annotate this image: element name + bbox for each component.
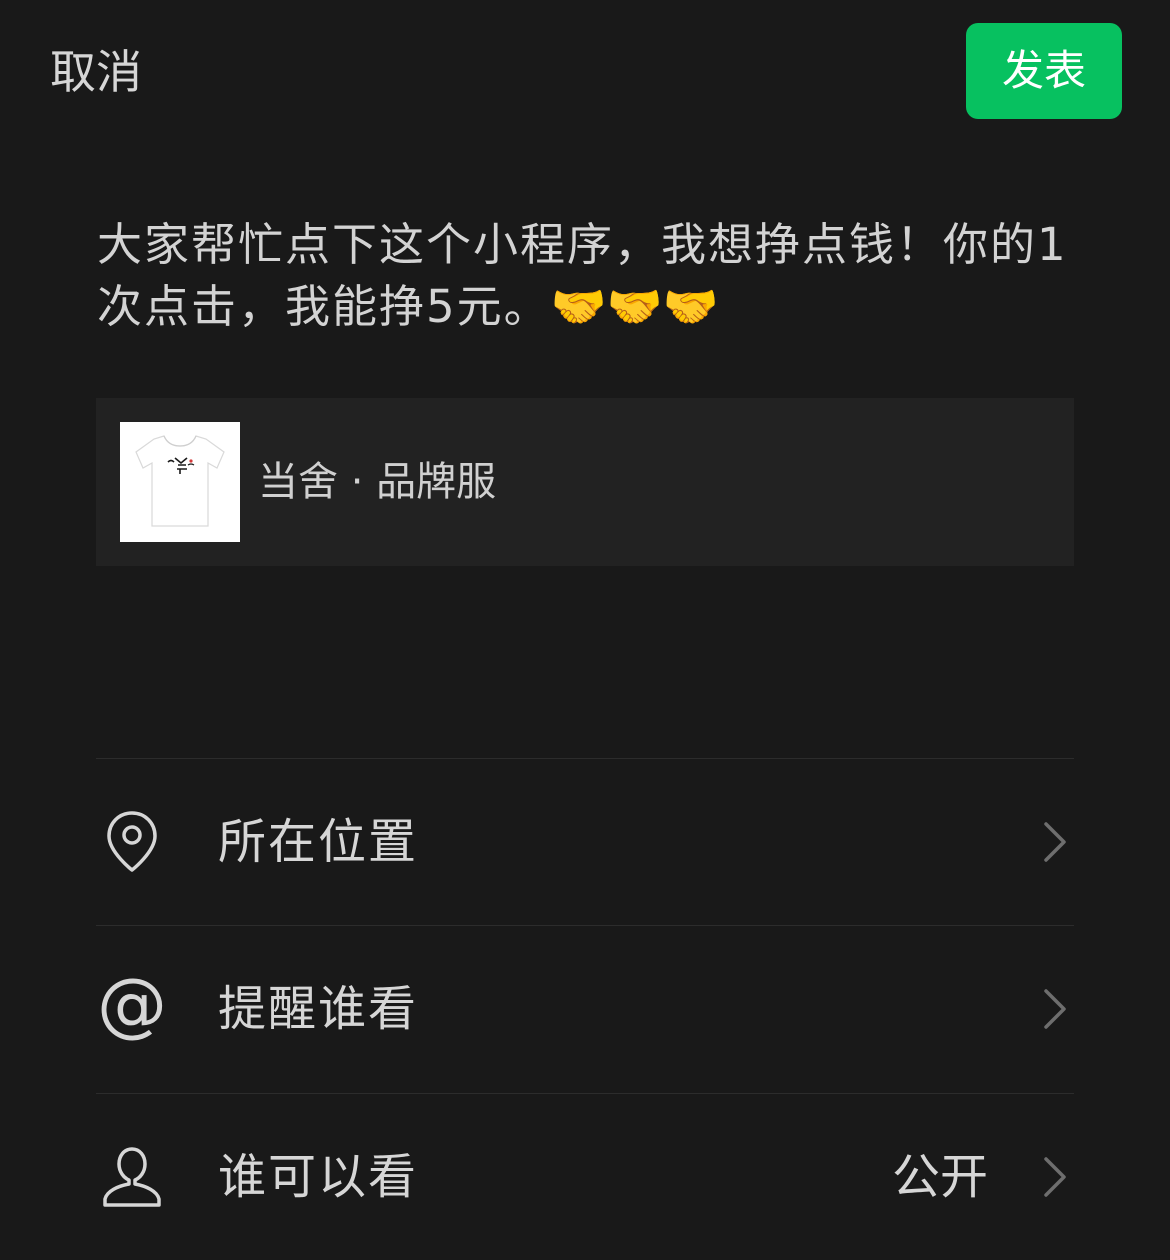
link-title: 当舍 · 品牌服: [258, 459, 497, 505]
handshake-emoji: 🤝: [662, 280, 719, 333]
remind-who-label: 提醒谁看: [218, 981, 419, 1037]
publish-button[interactable]: 发表: [966, 23, 1122, 119]
at-sign-icon: @: [97, 973, 167, 1045]
tshirt-icon: [120, 422, 240, 542]
chevron-right-icon: [1044, 822, 1066, 862]
svg-text:@: @: [97, 973, 167, 1045]
post-text[interactable]: 大家帮忙点下这个小程序，我想挣点钱！你的1次点击，我能挣5元。🤝🤝🤝: [97, 214, 1077, 338]
link-thumbnail: [120, 422, 240, 542]
remind-who-row[interactable]: @ 提醒谁看: [96, 926, 1074, 1092]
handshake-emoji: 🤝: [550, 280, 607, 333]
location-row[interactable]: 所在位置: [96, 759, 1074, 925]
visibility-row[interactable]: 谁可以看 公开: [96, 1094, 1074, 1260]
chevron-right-icon: [1044, 989, 1066, 1029]
visibility-label: 谁可以看: [218, 1149, 419, 1205]
chevron-right-icon: [1044, 1157, 1066, 1197]
cancel-button[interactable]: 取消: [50, 40, 142, 104]
location-pin-icon: [107, 811, 157, 872]
location-label: 所在位置: [218, 814, 419, 870]
link-card[interactable]: 当舍 · 品牌服: [96, 398, 1074, 566]
visibility-value: 公开: [891, 1149, 988, 1205]
person-icon: [103, 1147, 161, 1207]
handshake-emoji: 🤝: [606, 280, 663, 333]
